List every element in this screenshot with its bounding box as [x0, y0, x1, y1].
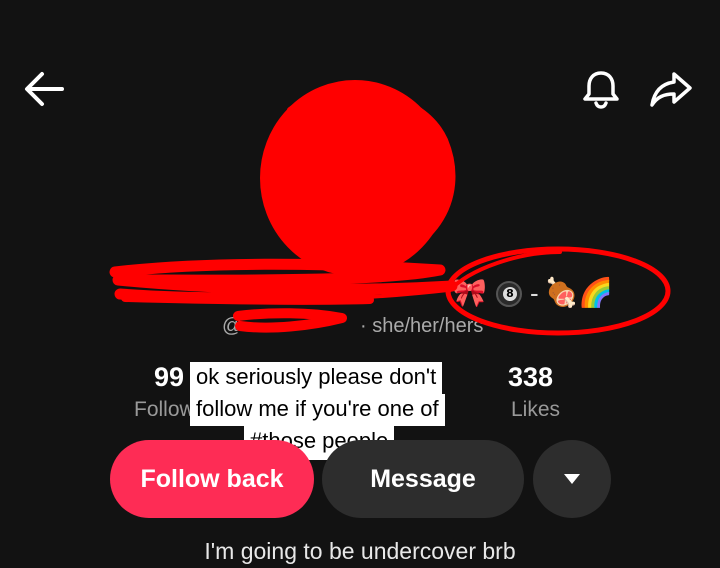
- caret-down-icon: [564, 474, 580, 484]
- follow-back-button[interactable]: Follow back: [110, 440, 314, 518]
- profile-bio: I'm going to be undercover brb: [204, 538, 516, 564]
- message-button[interactable]: Message: [322, 440, 524, 518]
- more-options-button[interactable]: [533, 440, 611, 518]
- caption-line-1: ok seriously please don't: [190, 362, 443, 394]
- caption-line-2: follow me if you're one of: [190, 394, 445, 426]
